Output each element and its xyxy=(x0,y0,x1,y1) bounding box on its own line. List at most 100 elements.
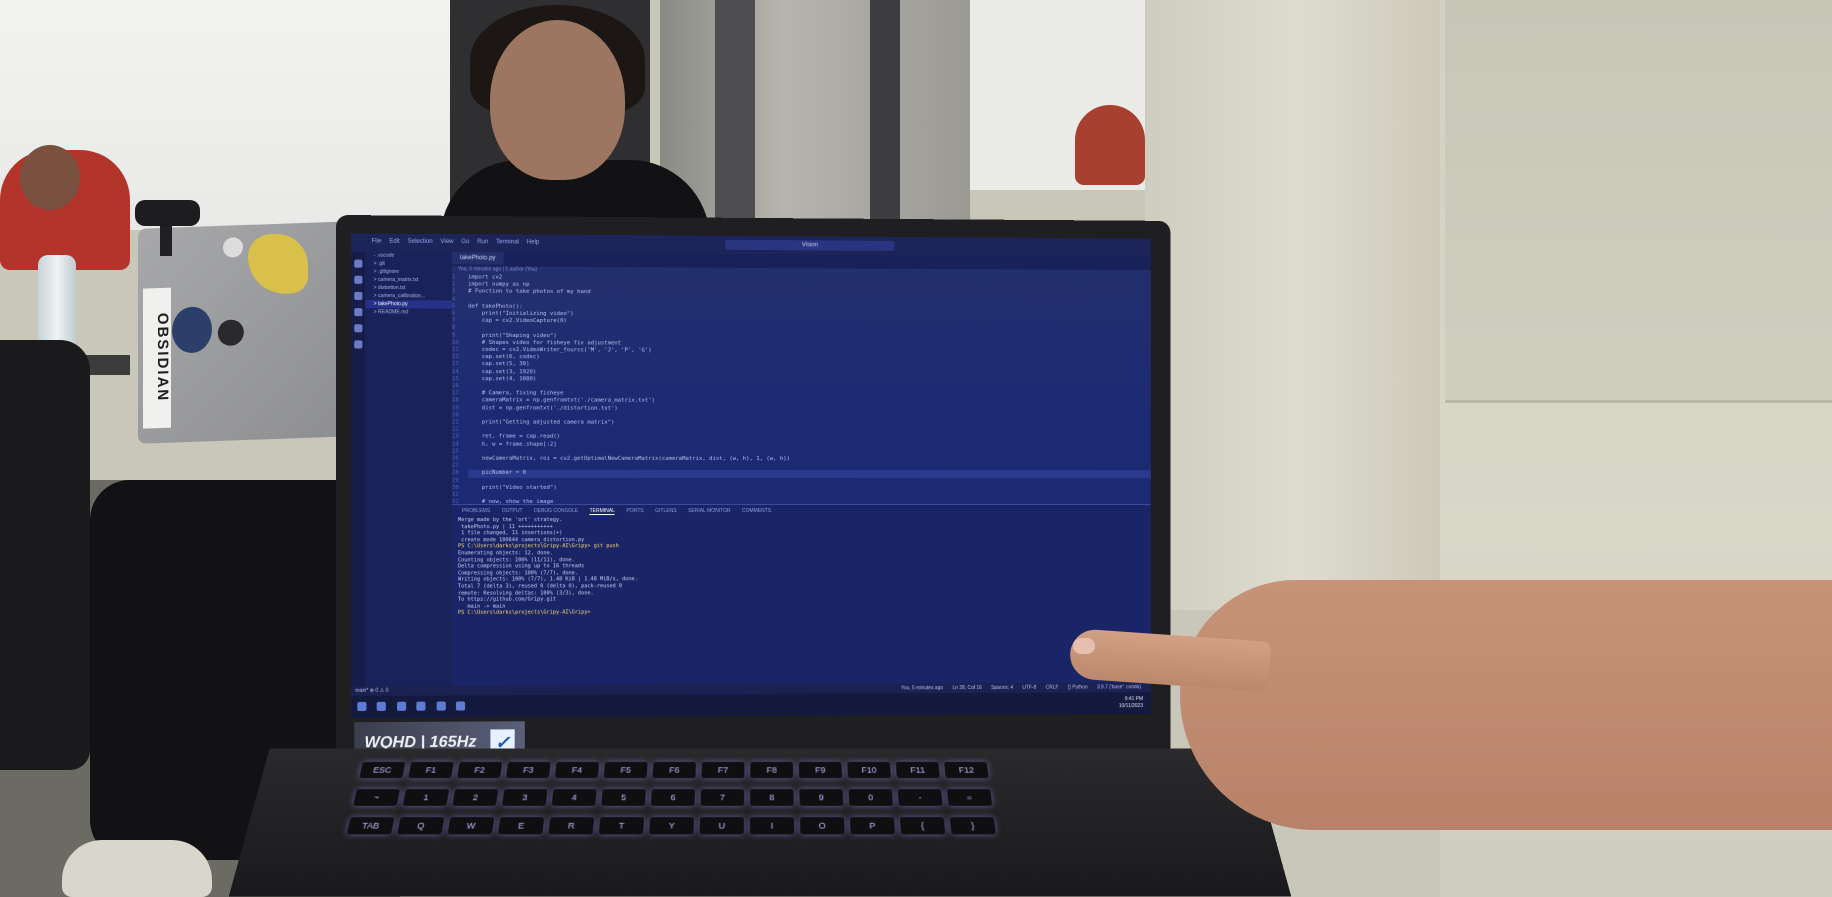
explorer-icon[interactable] xyxy=(354,259,363,268)
keyboard-key[interactable]: F6 xyxy=(652,761,697,779)
keyboard-key[interactable]: 7 xyxy=(700,789,745,806)
terminal-output[interactable]: Merge made by the 'ort' strategy. takePh… xyxy=(452,517,1151,617)
keyboard-key[interactable]: F7 xyxy=(701,761,745,779)
keyboard-key[interactable]: F12 xyxy=(944,761,989,779)
person-background-far xyxy=(1075,105,1145,185)
keyboard-key[interactable]: ~ xyxy=(353,789,401,806)
line-number: 6 xyxy=(451,310,456,317)
line-number: 10 xyxy=(451,339,459,346)
keyboard-key[interactable]: W xyxy=(447,817,495,835)
extensions-icon[interactable] xyxy=(354,324,363,333)
search-taskbar-icon[interactable] xyxy=(377,701,387,711)
code-text: print("Video started") xyxy=(468,484,557,491)
keyboard-key[interactable]: { xyxy=(899,817,946,835)
status-encoding[interactable]: UTF-8 xyxy=(1022,685,1036,691)
keyboard-key[interactable]: 3 xyxy=(501,789,548,806)
code-editor[interactable]: takePhoto.py You, 5 minutes ago | 1 auth… xyxy=(451,252,1151,520)
keyboard-key[interactable]: R xyxy=(548,817,595,835)
panel-tab-serial-monitor[interactable]: SERIAL MONITOR xyxy=(688,508,731,514)
keyboard-key[interactable]: F8 xyxy=(750,761,794,779)
status-indent[interactable]: Spaces: 4 xyxy=(991,685,1013,691)
vscode-taskbar-icon[interactable] xyxy=(396,701,407,711)
code-content[interactable]: 1 import cv2 2 import numpy as np 3 # Functio… xyxy=(452,274,1151,521)
keyboard-key[interactable]: F10 xyxy=(847,761,891,779)
keyboard-key[interactable]: I xyxy=(749,817,795,835)
keyboard-key[interactable]: 5 xyxy=(601,789,646,806)
source-control-icon[interactable] xyxy=(354,291,363,301)
code-text: ret, frame = cap.read() xyxy=(468,433,561,441)
start-icon[interactable] xyxy=(357,701,367,712)
panel-tab-debug-console[interactable]: DEBUG CONSOLE xyxy=(534,508,578,514)
panel-tab-output[interactable]: OUTPUT xyxy=(502,508,523,514)
keyboard-key[interactable]: E xyxy=(497,817,545,835)
keyboard-key[interactable]: Y xyxy=(649,817,695,835)
door-frame xyxy=(715,0,755,225)
line-number: 28 xyxy=(451,470,459,477)
menu-file[interactable]: File xyxy=(372,238,382,244)
keyboard-key[interactable]: - xyxy=(897,789,943,806)
browser-taskbar-icon[interactable] xyxy=(436,701,446,711)
keyboard-key[interactable]: F2 xyxy=(456,761,503,779)
keyboard-key[interactable]: = xyxy=(946,789,993,806)
keyboard-key[interactable]: 1 xyxy=(402,789,450,806)
file-item[interactable]: > README.md xyxy=(365,308,451,316)
keyboard-key[interactable]: ESC xyxy=(359,761,406,779)
status-interpreter[interactable]: 3.9.7 ('base': conda) xyxy=(1097,684,1141,690)
keyboard-key[interactable]: 2 xyxy=(452,789,499,806)
menu-terminal[interactable]: Terminal xyxy=(496,239,519,245)
keyboard-key[interactable]: Q xyxy=(397,817,445,835)
keyboard-key[interactable]: } xyxy=(949,817,996,835)
panel-tab-ports[interactable]: PORTS xyxy=(626,508,643,514)
status-language[interactable]: {} Python xyxy=(1068,684,1088,690)
windows-taskbar: 9:41 PM 10/11/2023 xyxy=(351,692,1151,719)
webcam xyxy=(135,200,200,226)
keyboard-key[interactable]: 9 xyxy=(799,789,844,806)
panel-tab-gitlens[interactable]: GITLENS xyxy=(655,508,676,514)
remote-icon[interactable] xyxy=(354,340,363,349)
keyboard-key[interactable]: U xyxy=(699,817,745,835)
keyboard-key[interactable]: 8 xyxy=(750,789,794,806)
line-number: 5 xyxy=(451,303,456,310)
run-debug-icon[interactable] xyxy=(354,308,363,317)
keyboard-key[interactable]: TAB xyxy=(346,817,395,835)
panel-tab-problems[interactable]: PROBLEMS xyxy=(462,508,490,514)
code-line[interactable]: 31 xyxy=(452,492,1151,499)
keyboard-key[interactable]: F5 xyxy=(603,761,648,779)
line-number: 31 xyxy=(451,492,459,499)
keyboard-key[interactable]: T xyxy=(598,817,645,835)
code-text: import numpy as np xyxy=(468,281,530,288)
keyboard-key[interactable]: P xyxy=(849,817,896,835)
keyboard-key[interactable]: F9 xyxy=(798,761,843,779)
code-text: cameraMatrix = np.genfromtxt('./camera_m… xyxy=(468,397,656,405)
menu-run[interactable]: Run xyxy=(477,239,488,245)
line-number: 14 xyxy=(451,368,459,375)
panel-tab-terminal[interactable]: TERMINAL xyxy=(589,508,615,516)
key-row: TAB Q W E R T Y U I O P{} xyxy=(346,816,1184,837)
keyboard-key[interactable]: 4 xyxy=(551,789,597,806)
editor-tab-active[interactable]: takePhoto.py xyxy=(451,252,504,265)
taskbar-clock[interactable]: 9:41 PM 10/11/2023 xyxy=(1119,696,1143,710)
keyboard-key[interactable]: F3 xyxy=(505,761,551,779)
menu-edit[interactable]: Edit xyxy=(389,239,400,245)
line-number: 4 xyxy=(451,296,456,303)
command-center-search[interactable]: Vision xyxy=(724,239,895,251)
menu-selection[interactable]: Selection xyxy=(408,239,433,245)
search-icon[interactable] xyxy=(354,275,363,284)
keyboard-key[interactable]: F11 xyxy=(895,761,940,779)
discord-taskbar-icon[interactable] xyxy=(456,701,466,711)
keyboard-key[interactable]: F1 xyxy=(408,761,454,779)
status-cursor[interactable]: Ln 28, Col 16 xyxy=(952,685,981,691)
status-branch[interactable]: main* ⊗ 0 ⚠ 0 xyxy=(355,686,388,696)
menu-go[interactable]: Go xyxy=(461,239,469,245)
keyboard-key[interactable]: O xyxy=(799,817,845,835)
panel-tab-comments[interactable]: COMMENTS xyxy=(742,508,771,514)
menu-help[interactable]: Help xyxy=(527,239,539,245)
explorer-taskbar-icon[interactable] xyxy=(416,701,426,711)
status-blame[interactable]: You, 5 minutes ago xyxy=(901,685,943,691)
keyboard-key[interactable]: 0 xyxy=(848,789,894,806)
menu-view[interactable]: View xyxy=(440,239,453,245)
keyboard-key[interactable]: F4 xyxy=(554,761,600,779)
status-eol[interactable]: CRLF xyxy=(1046,685,1059,691)
keyboard-key[interactable]: 6 xyxy=(650,789,696,806)
code-text: cap.set(6, codec) xyxy=(468,354,540,361)
